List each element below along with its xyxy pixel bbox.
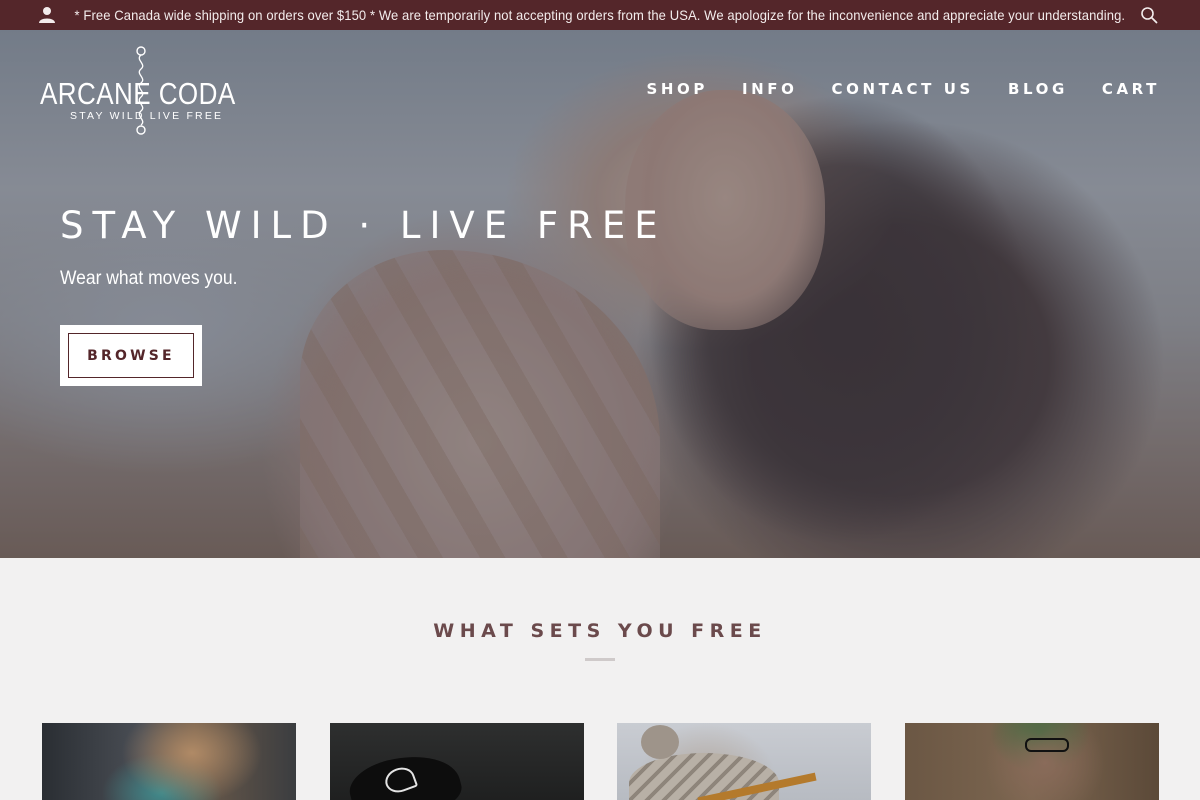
announcement-text: * Free Canada wide shipping on orders ov…	[74, 7, 1126, 23]
section-divider	[585, 658, 615, 661]
search-icon[interactable]	[1140, 6, 1158, 24]
section-title: WHAT SETS YOU FREE	[433, 620, 767, 642]
logo-name: ARCANE CODA	[40, 76, 236, 111]
logo-tagline: STAY WILD LIVE FREE	[70, 110, 224, 122]
browse-button-label: BROWSE	[68, 333, 194, 378]
hero-title: STAY WILD · LIVE FREE	[60, 204, 667, 247]
announcement-bar: * Free Canada wide shipping on orders ov…	[0, 0, 1200, 30]
collection-card-image[interactable]	[42, 723, 296, 800]
nav-cart[interactable]: CART	[1102, 80, 1160, 98]
collection-grid	[42, 723, 1159, 800]
collection-card-image[interactable]	[905, 723, 1159, 800]
main-nav: SHOP INFO CONTACT US BLOG CART	[646, 80, 1160, 98]
hero-subtitle: Wear what moves you.	[60, 268, 238, 289]
collection-card-image[interactable]	[617, 723, 871, 800]
site-logo[interactable]: ARCANE CODA STAY WILD LIVE FREE	[40, 46, 235, 136]
nav-blog[interactable]: BLOG	[1008, 80, 1068, 98]
nav-contact-us[interactable]: CONTACT US	[832, 80, 974, 98]
nav-shop[interactable]: SHOP	[646, 80, 708, 98]
user-icon[interactable]	[38, 6, 56, 24]
hero-banner: ARCANE CODA STAY WILD LIVE FREE SHOP INF…	[0, 30, 1200, 558]
browse-button[interactable]: BROWSE	[60, 325, 202, 386]
nav-info[interactable]: INFO	[742, 80, 798, 98]
collection-card-image[interactable]	[330, 723, 584, 800]
glasses-icon	[1025, 738, 1069, 752]
